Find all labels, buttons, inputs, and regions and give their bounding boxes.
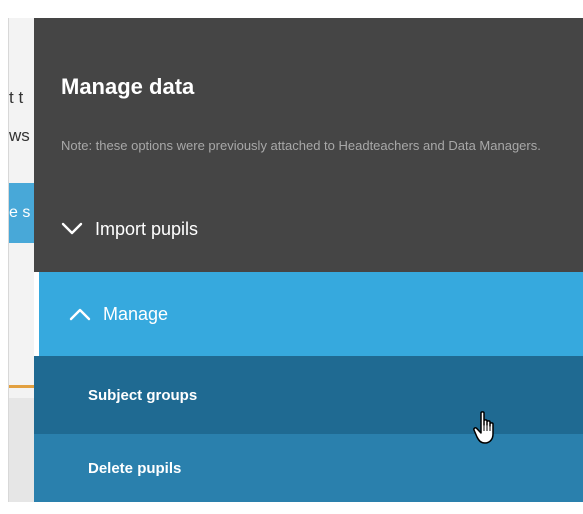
background-text-line: t t xyxy=(9,88,24,107)
manage-accordion[interactable]: Manage xyxy=(34,272,583,356)
chevron-down-icon xyxy=(61,222,83,235)
background-text-line: ws xyxy=(9,126,30,145)
background-panel xyxy=(9,398,35,502)
manage-label: Manage xyxy=(103,303,169,324)
chevron-up-icon xyxy=(69,308,91,321)
menu-title: Manage data xyxy=(61,74,195,99)
import-pupils-accordion[interactable]: Import pupils xyxy=(61,214,198,244)
menu-note: Note: these options were previously atta… xyxy=(61,138,541,153)
background-page: t t ws e s xyxy=(8,18,35,502)
menu-item-subject-groups[interactable]: Subject groups xyxy=(34,356,583,434)
background-divider xyxy=(9,385,35,388)
screenshot-frame: t t ws e s Manage data Note: these optio… xyxy=(0,0,583,514)
manage-data-menu: Manage data Note: these options were pre… xyxy=(34,18,583,502)
subject-groups-label: Subject groups xyxy=(88,386,198,404)
menu-item-delete-pupils[interactable]: Delete pupils xyxy=(34,434,583,502)
delete-pupils-label: Delete pupils xyxy=(88,459,182,477)
import-pupils-label: Import pupils xyxy=(95,218,199,239)
hand-pointer-icon xyxy=(473,411,494,444)
background-button: e s xyxy=(9,183,35,243)
